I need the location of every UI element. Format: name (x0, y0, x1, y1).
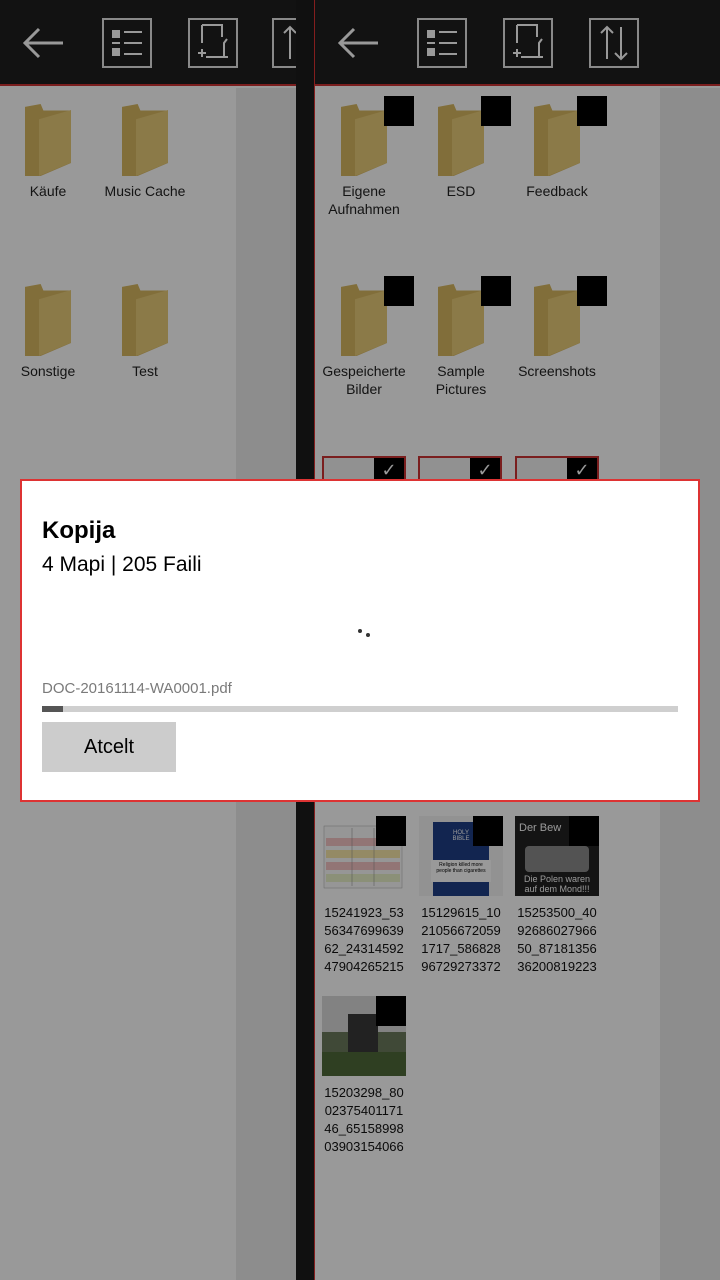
copy-progress-dialog: Kopija 4 Mapi | 205 Faili DOC-20161114-W… (20, 479, 700, 802)
loading-spinner-icon (356, 627, 376, 641)
cancel-button[interactable]: Atcelt (42, 722, 176, 772)
progress-fill (42, 706, 63, 712)
dialog-subtitle: 4 Mapi | 205 Faili (42, 553, 202, 576)
dialog-title: Kopija (42, 517, 116, 544)
progress-bar (42, 706, 678, 712)
current-file-name: DOC-20161114-WA0001.pdf (42, 680, 232, 697)
